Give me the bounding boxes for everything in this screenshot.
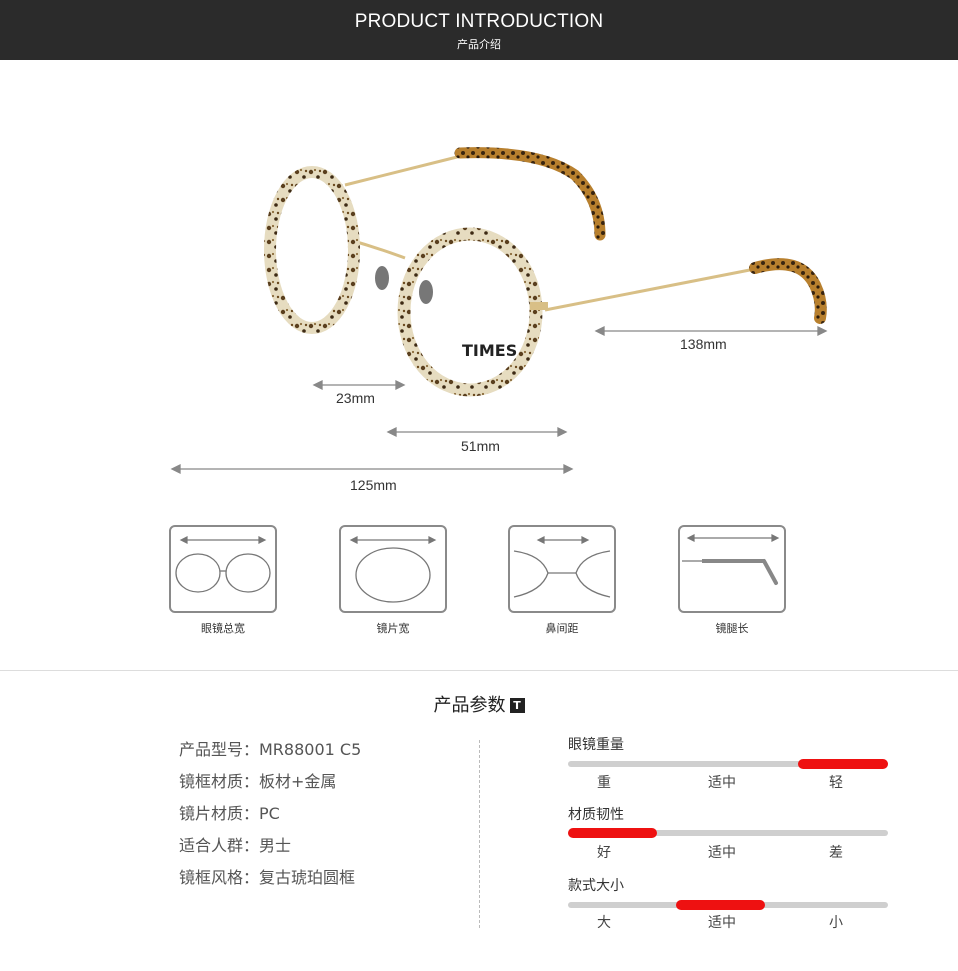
temple-length-icon bbox=[678, 525, 786, 613]
nose-bridge-label: 23mm bbox=[336, 390, 375, 406]
params-title: 产品参数 T bbox=[0, 691, 958, 717]
rating-toughness-indicator bbox=[568, 828, 657, 838]
rating-weight-track bbox=[568, 759, 888, 769]
rating-toughness-tick-3: 差 bbox=[829, 845, 843, 861]
rating-toughness-title: 材质韧性 bbox=[568, 807, 624, 823]
spec-lens-material: 镜片材质：PC bbox=[179, 804, 280, 823]
lens-width-icon-label: 镜片宽 bbox=[376, 622, 410, 635]
header-title-cn: 产品介绍 bbox=[457, 38, 501, 51]
params-divider bbox=[479, 740, 480, 928]
rating-size-track bbox=[568, 900, 888, 910]
rating-size-tick-1: 大 bbox=[597, 915, 611, 931]
spec-model: 产品型号：MR88001 C5 bbox=[179, 740, 362, 759]
section-divider bbox=[0, 670, 958, 671]
rating-size-tick-3: 小 bbox=[829, 915, 843, 931]
header-title-en: PRODUCT INTRODUCTION bbox=[354, 11, 604, 32]
rating-weight-tick-2: 适中 bbox=[708, 775, 736, 791]
rating-toughness-tick-1: 好 bbox=[597, 845, 611, 861]
total-width-label: 125mm bbox=[350, 477, 397, 493]
brand-logo: TIMES bbox=[462, 341, 517, 360]
rating-toughness-tick-2: 适中 bbox=[708, 845, 736, 861]
rating-toughness-track bbox=[568, 828, 888, 838]
temple-length-label: 138mm bbox=[680, 336, 727, 352]
params-title-text: 产品参数 bbox=[433, 695, 506, 716]
page-header: PRODUCT INTRODUCTION 产品介绍 bbox=[0, 0, 958, 60]
spec-target-group: 适合人群：男士 bbox=[179, 836, 292, 855]
spec-style: 镜框风格：复古琥珀圆框 bbox=[179, 868, 356, 887]
rating-size-title: 款式大小 bbox=[568, 878, 624, 894]
rating-weight-tick-3: 轻 bbox=[829, 775, 843, 791]
rating-weight-title: 眼镜重量 bbox=[568, 737, 624, 753]
nose-bridge-icon-label: 鼻间距 bbox=[545, 622, 579, 635]
temple-length-icon-label: 镜腿长 bbox=[715, 622, 749, 635]
total-width-icon bbox=[169, 525, 277, 613]
rating-weight-indicator bbox=[798, 759, 888, 769]
spec-frame-material: 镜框材质：板材+金属 bbox=[179, 772, 337, 791]
params-badge: T bbox=[509, 698, 525, 713]
lens-width-icon bbox=[339, 525, 447, 613]
rating-weight-tick-1: 重 bbox=[597, 775, 611, 791]
lens-width-label: 51mm bbox=[461, 438, 500, 454]
rating-size-tick-2: 适中 bbox=[708, 915, 736, 931]
total-width-icon-label: 眼镜总宽 bbox=[201, 622, 245, 635]
nose-bridge-icon bbox=[508, 525, 616, 613]
rating-size-indicator bbox=[676, 900, 765, 910]
